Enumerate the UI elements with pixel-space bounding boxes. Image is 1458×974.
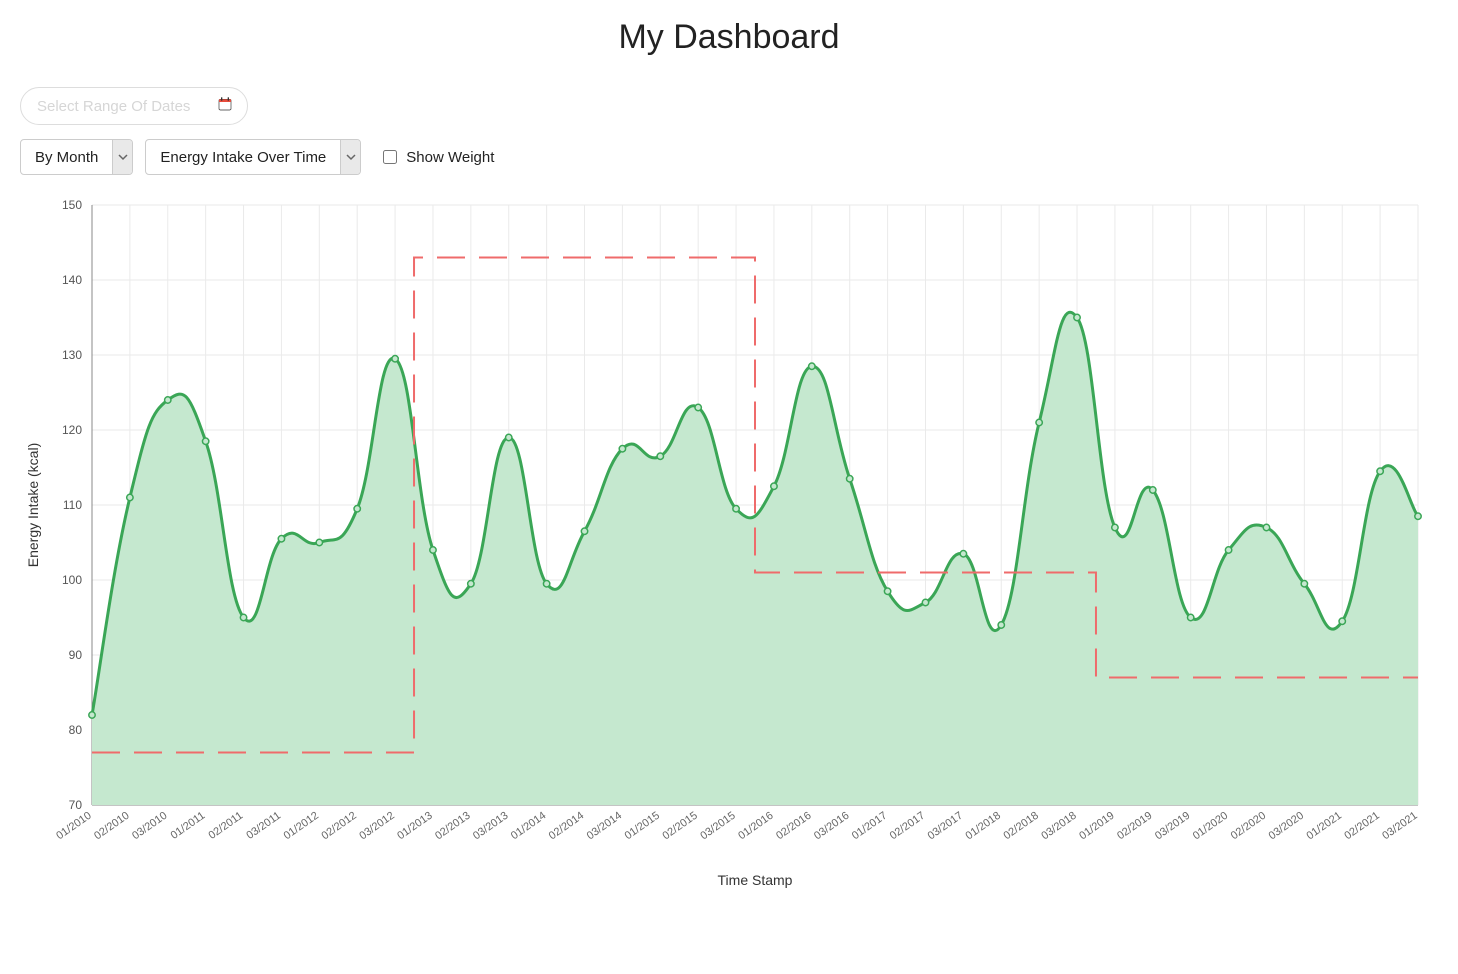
data-point	[998, 622, 1004, 628]
data-point	[127, 494, 133, 500]
svg-text:02/2013: 02/2013	[433, 810, 472, 843]
svg-text:02/2010: 02/2010	[92, 810, 131, 843]
data-point	[1377, 468, 1383, 474]
data-point	[354, 506, 360, 512]
data-point	[657, 453, 663, 459]
data-point	[884, 588, 890, 594]
svg-text:01/2020: 01/2020	[1191, 810, 1230, 843]
energy-intake-chart: 70809010011012013014015001/201002/201003…	[20, 185, 1438, 895]
data-point	[543, 581, 549, 587]
date-range-picker[interactable]	[20, 87, 248, 125]
data-point	[809, 363, 815, 369]
svg-text:03/2010: 03/2010	[130, 810, 169, 843]
svg-text:03/2012: 03/2012	[357, 810, 396, 843]
svg-text:70: 70	[69, 798, 83, 812]
svg-text:01/2021: 01/2021	[1304, 810, 1343, 843]
x-axis-label: Time Stamp	[718, 872, 793, 888]
data-point	[619, 446, 625, 452]
date-range-input[interactable]	[35, 97, 205, 116]
data-point	[468, 581, 474, 587]
svg-text:03/2020: 03/2020	[1267, 810, 1306, 843]
data-point	[960, 551, 966, 557]
chevron-down-icon[interactable]	[340, 140, 360, 174]
svg-text:02/2012: 02/2012	[319, 810, 358, 843]
svg-text:02/2018: 02/2018	[1001, 810, 1040, 843]
page-title: My Dashboard	[20, 18, 1438, 57]
svg-text:140: 140	[62, 273, 82, 287]
svg-text:100: 100	[62, 573, 82, 587]
svg-text:01/2014: 01/2014	[509, 810, 548, 843]
data-point	[581, 528, 587, 534]
data-point	[1074, 314, 1080, 320]
svg-text:02/2020: 02/2020	[1229, 810, 1268, 843]
svg-text:03/2014: 03/2014	[585, 810, 624, 843]
svg-text:02/2014: 02/2014	[547, 810, 586, 843]
data-point	[733, 506, 739, 512]
svg-text:01/2013: 01/2013	[395, 810, 434, 843]
data-point	[165, 397, 171, 403]
data-point	[506, 434, 512, 440]
data-point	[316, 539, 322, 545]
data-point	[771, 483, 777, 489]
svg-text:03/2019: 03/2019	[1153, 810, 1192, 843]
metric-select[interactable]: Energy Intake Over Time	[145, 139, 361, 175]
controls-bar: By Month Energy Intake Over Time Show We…	[20, 87, 1438, 175]
svg-text:03/2018: 03/2018	[1039, 810, 1078, 843]
svg-text:01/2016: 01/2016	[736, 810, 775, 843]
data-point	[1150, 487, 1156, 493]
data-point	[430, 547, 436, 553]
group-by-label: By Month	[21, 140, 112, 174]
data-point	[1225, 547, 1231, 553]
svg-text:03/2017: 03/2017	[926, 810, 965, 843]
data-point	[922, 599, 928, 605]
data-point	[89, 712, 95, 718]
svg-text:01/2010: 01/2010	[54, 810, 93, 843]
svg-text:01/2019: 01/2019	[1077, 810, 1116, 843]
svg-text:01/2011: 01/2011	[169, 810, 208, 842]
calendar-icon	[217, 96, 233, 117]
data-point	[240, 614, 246, 620]
svg-text:150: 150	[62, 198, 82, 212]
data-point	[1112, 524, 1118, 530]
data-point	[695, 404, 701, 410]
show-weight-label: Show Weight	[406, 149, 494, 166]
svg-text:80: 80	[69, 723, 83, 737]
svg-text:02/2021: 02/2021	[1342, 810, 1381, 843]
group-by-select[interactable]: By Month	[20, 139, 133, 175]
svg-text:01/2017: 01/2017	[850, 810, 889, 843]
show-weight-input[interactable]	[383, 150, 397, 164]
svg-text:02/2017: 02/2017	[888, 810, 927, 843]
svg-text:02/2011: 02/2011	[206, 810, 245, 842]
svg-text:02/2019: 02/2019	[1115, 810, 1154, 843]
svg-text:03/2013: 03/2013	[471, 810, 510, 843]
data-point	[1187, 614, 1193, 620]
svg-text:03/2016: 03/2016	[812, 810, 851, 843]
data-point	[1339, 618, 1345, 624]
svg-text:03/2021: 03/2021	[1380, 810, 1419, 843]
y-axis-label: Energy Intake (kcal)	[25, 443, 41, 568]
svg-text:130: 130	[62, 348, 82, 362]
svg-text:01/2015: 01/2015	[623, 810, 662, 843]
svg-text:02/2016: 02/2016	[774, 810, 813, 843]
svg-text:120: 120	[62, 423, 82, 437]
metric-label: Energy Intake Over Time	[146, 140, 340, 174]
data-point	[1263, 524, 1269, 530]
svg-text:110: 110	[63, 498, 82, 512]
data-point	[847, 476, 853, 482]
show-weight-checkbox[interactable]: Show Weight	[379, 147, 494, 167]
svg-text:02/2015: 02/2015	[660, 810, 699, 843]
data-point	[392, 356, 398, 362]
data-point	[1415, 513, 1421, 519]
svg-text:90: 90	[69, 648, 83, 662]
data-point	[278, 536, 284, 542]
svg-text:03/2015: 03/2015	[698, 810, 737, 843]
chevron-down-icon[interactable]	[112, 140, 132, 174]
svg-text:03/2011: 03/2011	[244, 810, 283, 842]
data-point	[1036, 419, 1042, 425]
data-point	[1301, 581, 1307, 587]
svg-text:01/2012: 01/2012	[282, 810, 321, 843]
svg-text:01/2018: 01/2018	[964, 810, 1003, 843]
data-point	[202, 438, 208, 444]
